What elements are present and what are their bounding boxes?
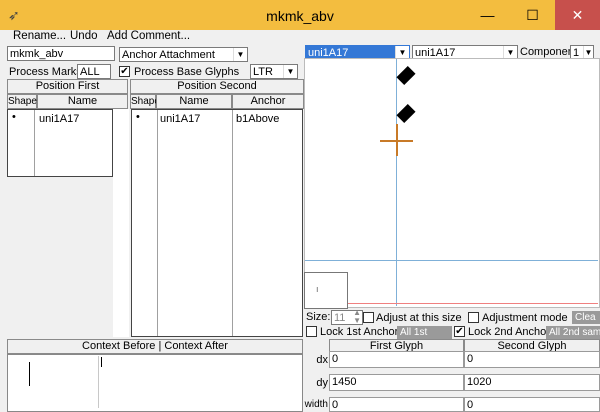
width-first-field[interactable]: 0	[329, 397, 464, 412]
close-button[interactable]: ✕	[555, 0, 600, 30]
menu-undo[interactable]: Undo	[70, 30, 98, 42]
context-header: Context Before | Context After	[7, 339, 303, 354]
guide-line	[396, 59, 397, 306]
lock1-checkbox[interactable]	[306, 326, 317, 337]
process-base-label: Process Base Glyphs	[134, 66, 240, 78]
all-2nd-same-button[interactable]: All 2nd same	[546, 326, 600, 339]
all-1st-same-button[interactable]: All 1st same	[397, 326, 452, 351]
direction-value: LTR	[253, 66, 273, 78]
guide-line	[305, 303, 598, 304]
process-base-checkbox[interactable]: ✔	[119, 66, 130, 77]
lookup-type-select[interactable]: Anchor Attachment ▼	[119, 47, 248, 62]
divider	[98, 356, 99, 408]
adjust-size-label: Adjust at this size	[376, 312, 462, 324]
size-spinner[interactable]: 11 ▲ ▼	[331, 310, 363, 325]
minimize-button[interactable]: —	[465, 0, 510, 30]
width-label: width	[304, 399, 328, 410]
adjust-size-checkbox[interactable]	[363, 312, 374, 323]
maximize-button[interactable]: ☐	[510, 0, 555, 30]
preview-box	[304, 272, 348, 309]
divider	[232, 110, 233, 336]
menu-add-comment[interactable]: Add Comment...	[107, 30, 190, 42]
lookup-type-value: Anchor Attachment	[122, 49, 215, 61]
lock2-label: Lock 2nd Anchor	[468, 326, 550, 338]
second-shape-col[interactable]: Shape	[130, 94, 160, 109]
process-marks-label: Process Marks:	[9, 66, 85, 78]
divider	[34, 110, 35, 176]
adjustment-mode-checkbox[interactable]	[468, 312, 479, 323]
process-marks-field[interactable]: ALL	[77, 64, 111, 79]
lookup-name-field[interactable]: mkmk_abv	[7, 46, 115, 61]
menu-rename[interactable]: Rename...	[13, 30, 66, 42]
lock2-checkbox[interactable]: ✔	[454, 326, 465, 337]
position-first-header: Position First	[7, 79, 128, 94]
dy-first-field[interactable]: 1450	[329, 374, 464, 391]
context-panel[interactable]	[7, 354, 303, 412]
divider	[157, 110, 158, 336]
chevron-down-icon[interactable]: ▼	[233, 48, 247, 61]
size-value: 11	[334, 312, 346, 324]
dx-label: dx	[316, 354, 328, 366]
dy-second-field[interactable]: 1020	[464, 374, 600, 391]
list-item[interactable]: uni1A17	[160, 113, 200, 125]
glyph-shape-icon: •	[12, 111, 16, 123]
spin-arrows-icon[interactable]: ▲ ▼	[353, 311, 361, 324]
dy-label: dy	[316, 377, 328, 389]
adjustment-mode-label: Adjustment mode	[482, 312, 568, 324]
clear-button[interactable]: Clea	[572, 311, 600, 324]
glyph-shape-icon: •	[136, 111, 140, 123]
dx-second-field[interactable]: 0	[464, 351, 600, 368]
anchor-cell[interactable]: b1Above	[236, 113, 279, 125]
scrollbar[interactable]	[113, 109, 129, 337]
width-second-field[interactable]: 0	[464, 397, 600, 412]
size-label: Size:	[306, 311, 331, 323]
second-name-col[interactable]: Name	[156, 94, 232, 109]
guide-line	[305, 260, 598, 261]
dx-first-field[interactable]: 0	[329, 351, 464, 368]
text-cursor	[101, 357, 102, 367]
anchor-crosshair[interactable]	[396, 124, 398, 156]
second-anchor-col[interactable]: Anchor	[232, 94, 304, 109]
first-shape-col[interactable]: Shape	[7, 94, 37, 109]
text-cursor	[29, 362, 30, 386]
lock1-label: Lock 1st Anchor	[320, 326, 399, 338]
glyph-canvas[interactable]	[304, 58, 600, 308]
direction-select[interactable]: LTR ▼	[250, 64, 298, 79]
position-second-header: Position Second	[130, 79, 304, 94]
list-item[interactable]: uni1A17	[39, 113, 79, 125]
preview-glyph: ı	[316, 284, 319, 294]
chevron-down-icon[interactable]: ▼	[283, 65, 297, 78]
first-name-col[interactable]: Name	[37, 94, 128, 109]
